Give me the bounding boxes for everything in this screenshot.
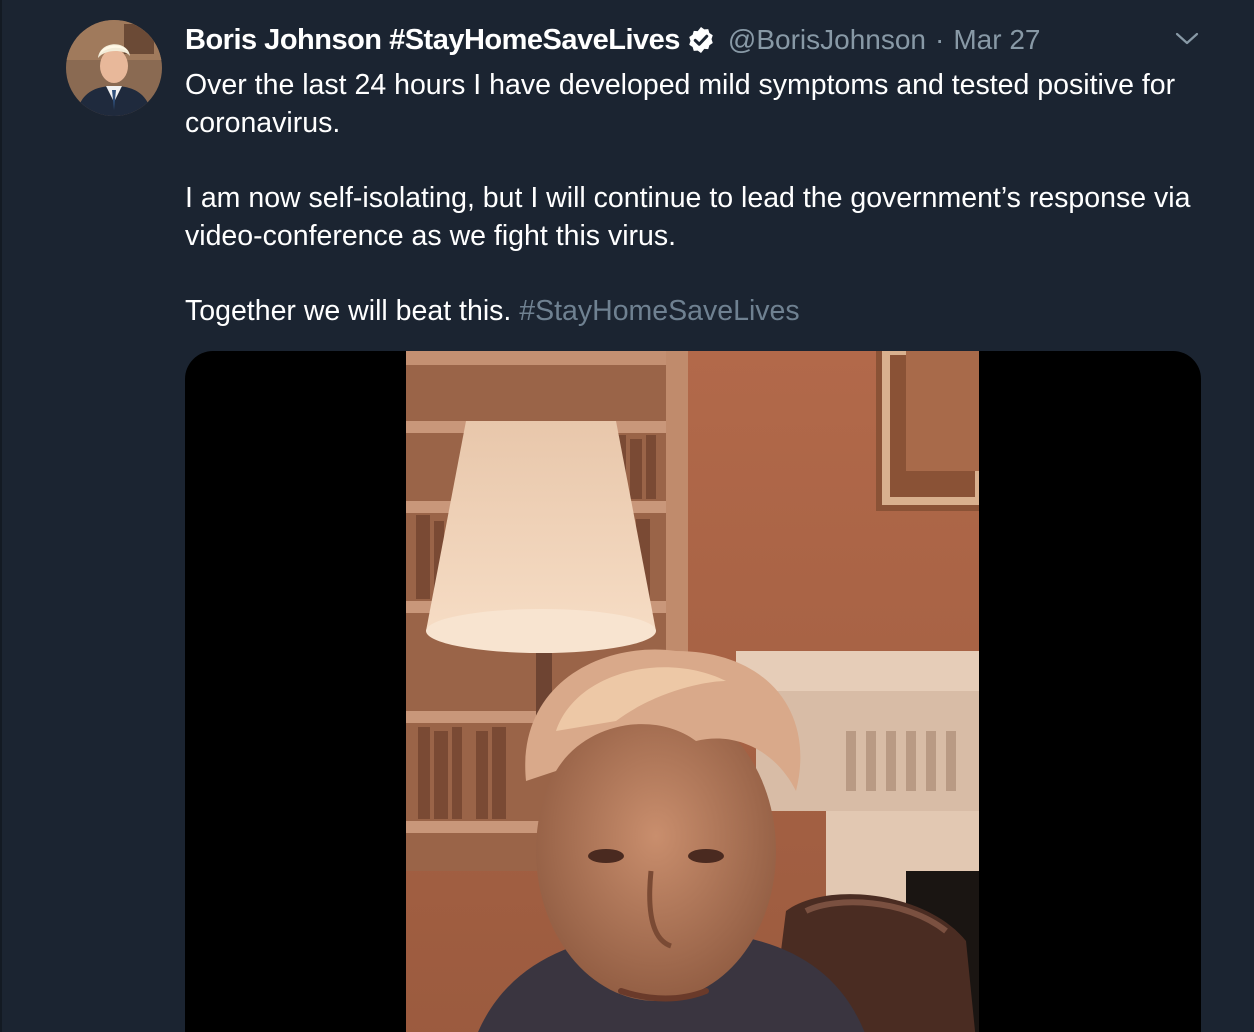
video-still	[406, 351, 979, 1032]
tweet-text: Over the last 24 hours I have developed …	[185, 66, 1225, 367]
tweet-paragraph-2: I am now self-isolating, but I will cont…	[185, 182, 1191, 252]
tweet-header: Boris Johnson #StayHomeSaveLives @BorisJ…	[185, 22, 1040, 58]
chevron-down-icon[interactable]	[1170, 22, 1204, 56]
video-frame	[406, 351, 979, 1032]
avatar-photo	[66, 20, 162, 116]
tweet-paragraph-3-text: Together we will beat this.	[185, 295, 520, 327]
tweet-paragraph-3: Together we will beat this. #StayHomeSav…	[185, 292, 1225, 330]
timestamp[interactable]: Mar 27	[953, 24, 1040, 56]
timeline: Boris Johnson #StayHomeSaveLives @BorisJ…	[0, 0, 1254, 1032]
verified-badge-icon	[689, 27, 713, 53]
tweet[interactable]: Boris Johnson #StayHomeSaveLives @BorisJ…	[2, 0, 1254, 1032]
display-name[interactable]: Boris Johnson #StayHomeSaveLives	[185, 24, 680, 57]
separator-dot: ·	[935, 24, 945, 55]
tweet-paragraph-1: Over the last 24 hours I have developed …	[185, 69, 1176, 139]
avatar[interactable]	[66, 20, 162, 116]
hashtag-link[interactable]: #StayHomeSaveLives	[519, 295, 799, 327]
video-player[interactable]	[185, 351, 1201, 1032]
handle[interactable]: @BorisJohnson	[728, 24, 926, 56]
